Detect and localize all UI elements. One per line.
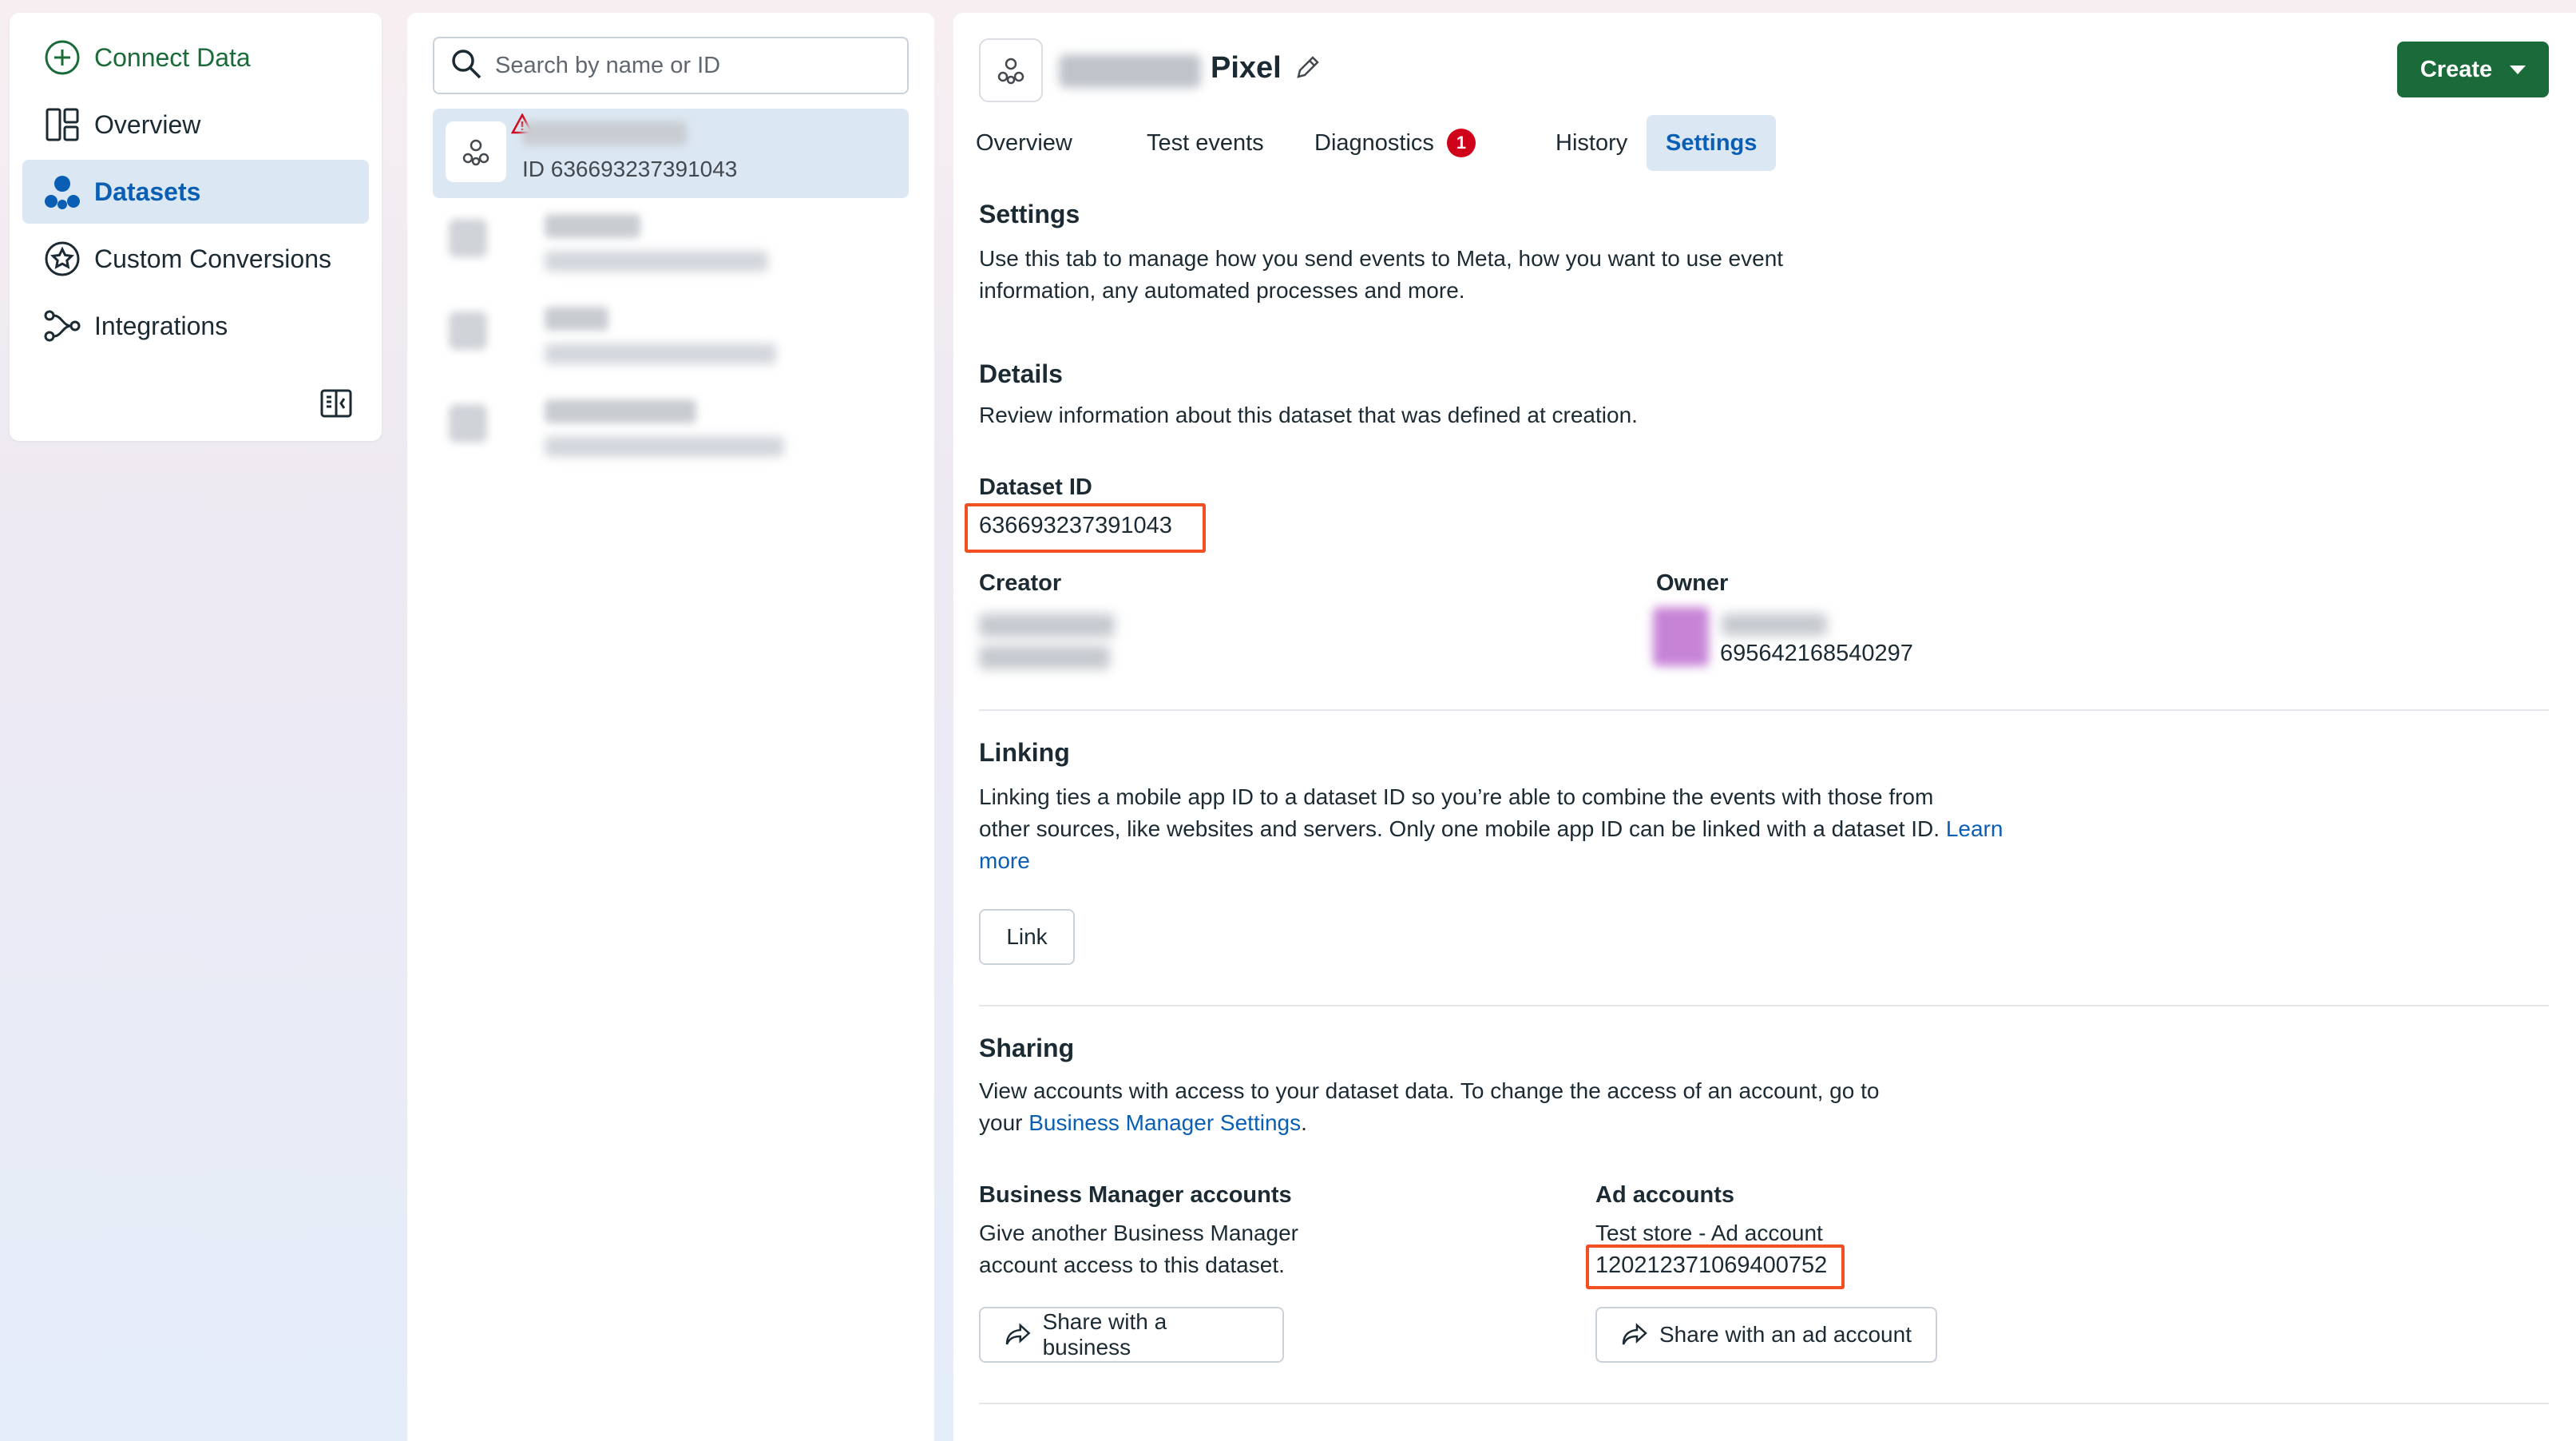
creator-date-redacted (979, 645, 1110, 669)
details-heading: Details (979, 359, 1063, 388)
search-box[interactable] (433, 37, 909, 94)
creator-name-redacted (979, 613, 1115, 637)
nav-datasets[interactable]: Datasets (22, 160, 369, 224)
dataset-thumbnail (446, 121, 506, 182)
tab-history-label: History (1556, 129, 1628, 156)
nav-custom-conversions-label: Custom Conversions (94, 244, 331, 273)
nav-connect-data[interactable]: Connect Data (22, 26, 369, 89)
tab-diagnostics[interactable]: Diagnostics 1 (1295, 115, 1495, 171)
share-icon (1622, 1323, 1647, 1345)
link-button[interactable]: Link (979, 909, 1075, 965)
sharing-description-line-2: your Business Manager Settings. (979, 1107, 1307, 1139)
dataset-list-item-selected[interactable]: ID 636693237391043 (433, 109, 909, 198)
dataset-id-redacted (545, 251, 768, 272)
nav-overview[interactable]: Overview (22, 93, 369, 157)
owner-name-redacted (1722, 613, 1827, 636)
creator-label: Creator (979, 570, 1062, 596)
linking-description-text: other sources, like websites and servers… (979, 816, 1940, 841)
learn-more-link[interactable]: Learn (1946, 816, 2003, 841)
tab-test-events-label: Test events (1147, 129, 1264, 156)
learn-more-link-continued[interactable]: more (979, 845, 1030, 877)
pencil-icon[interactable] (1294, 53, 1322, 85)
nav-connect-data-label: Connect Data (94, 42, 251, 72)
star-circle-icon (43, 240, 81, 278)
dataset-thumbnail-redacted (449, 312, 487, 350)
settings-description-line-1: Use this tab to manage how you send even… (979, 246, 1784, 271)
tab-test-events[interactable]: Test events (1127, 115, 1283, 171)
dataset-thumbnail-redacted (449, 219, 487, 257)
datasets-icon (43, 173, 81, 211)
integrations-icon (43, 307, 81, 345)
section-divider (979, 709, 2549, 711)
settings-heading: Settings (979, 200, 1080, 228)
nav-custom-conversions[interactable]: Custom Conversions (22, 227, 369, 291)
dataset-name-redacted (545, 399, 696, 423)
diagnostics-count-badge: 1 (1446, 129, 1476, 157)
dataset-name-redacted (545, 307, 608, 331)
nav-datasets-label: Datasets (94, 177, 201, 206)
tab-settings-label: Settings (1666, 129, 1758, 156)
business-manager-settings-link[interactable]: Business Manager Settings (1028, 1110, 1301, 1135)
sharing-heading: Sharing (979, 1034, 1075, 1062)
linking-heading: Linking (979, 738, 1070, 767)
dataset-id-redacted (545, 343, 776, 364)
dataset-list-item[interactable] (433, 387, 909, 476)
tab-history[interactable]: History (1536, 115, 1647, 171)
sharing-description-prefix: your (979, 1110, 1023, 1135)
share-with-business-label: Share with a business (1042, 1309, 1167, 1360)
share-with-ad-account-button[interactable]: Share with an ad account (1595, 1307, 1937, 1363)
ad-account-id: 120212371069400752 (1595, 1252, 1828, 1278)
dataset-id-redacted (545, 436, 784, 457)
linking-description-line-1: Linking ties a mobile app ID to a datase… (979, 784, 1934, 809)
business-manager-accounts-heading: Business Manager accounts (979, 1182, 1292, 1208)
nav-overview-label: Overview (94, 109, 201, 139)
dataset-list-item[interactable] (433, 201, 909, 291)
sharing-description-line-1: View accounts with access to your datase… (979, 1078, 1880, 1103)
plus-circle-icon (43, 38, 81, 77)
caret-down-icon (2510, 65, 2526, 74)
dataset-id-label: Dataset ID (979, 474, 1092, 500)
share-with-ad-account-label: Share with an ad account (1659, 1322, 1912, 1347)
details-description: Review information about this dataset th… (979, 403, 1638, 427)
dataset-name-redacted (522, 121, 687, 145)
linking-description-line-2: other sources, like websites and servers… (979, 813, 2003, 845)
sharing-description-suffix: . (1301, 1110, 1307, 1135)
link-button-label: Link (1006, 924, 1048, 949)
business-manager-description-line-1: Give another Business Manager (979, 1221, 1298, 1245)
dataset-id-value: 636693237391043 (979, 513, 1172, 538)
search-input[interactable] (495, 52, 878, 79)
section-divider (979, 1403, 2549, 1404)
create-button-label: Create (2419, 56, 2493, 82)
dataset-thumbnail-redacted (449, 404, 487, 443)
dataset-detail-panel: Pixel Create Overview Test events Diagno… (953, 13, 2576, 1441)
collapse-sidebar-icon[interactable] (315, 382, 358, 425)
dataset-name-redacted (545, 214, 640, 238)
owner-label: Owner (1656, 570, 1729, 596)
left-navigation: Connect Data Overview Datasets Custom Co… (10, 13, 382, 441)
dataset-list-panel: ID 636693237391043 (407, 13, 934, 1441)
settings-description-line-2: information, any automated processes and… (979, 278, 1465, 303)
section-divider (979, 1005, 2549, 1006)
search-icon (450, 48, 482, 84)
dataset-list-item[interactable] (433, 294, 909, 383)
create-button[interactable]: Create (2397, 42, 2549, 97)
layout-icon (43, 105, 81, 144)
share-icon (1005, 1323, 1031, 1345)
ad-accounts-heading: Ad accounts (1595, 1182, 1735, 1208)
dataset-title-redacted (1059, 54, 1201, 88)
owner-id-value: 695642168540297 (1720, 641, 1913, 666)
owner-avatar (1653, 607, 1709, 666)
dataset-icon (979, 38, 1043, 102)
tab-overview-label: Overview (976, 129, 1072, 156)
page-title: Pixel (1211, 51, 1282, 85)
nav-integrations-label: Integrations (94, 311, 228, 340)
nav-integrations[interactable]: Integrations (22, 294, 369, 358)
tab-diagnostics-label: Diagnostics (1314, 129, 1434, 156)
tab-overview[interactable]: Overview (957, 115, 1092, 171)
share-with-business-button[interactable]: Share with a business (979, 1307, 1284, 1363)
business-manager-description-line-2: account access to this dataset. (979, 1252, 1285, 1277)
tab-settings[interactable]: Settings (1647, 115, 1777, 171)
dataset-list-id: ID 636693237391043 (522, 157, 738, 181)
